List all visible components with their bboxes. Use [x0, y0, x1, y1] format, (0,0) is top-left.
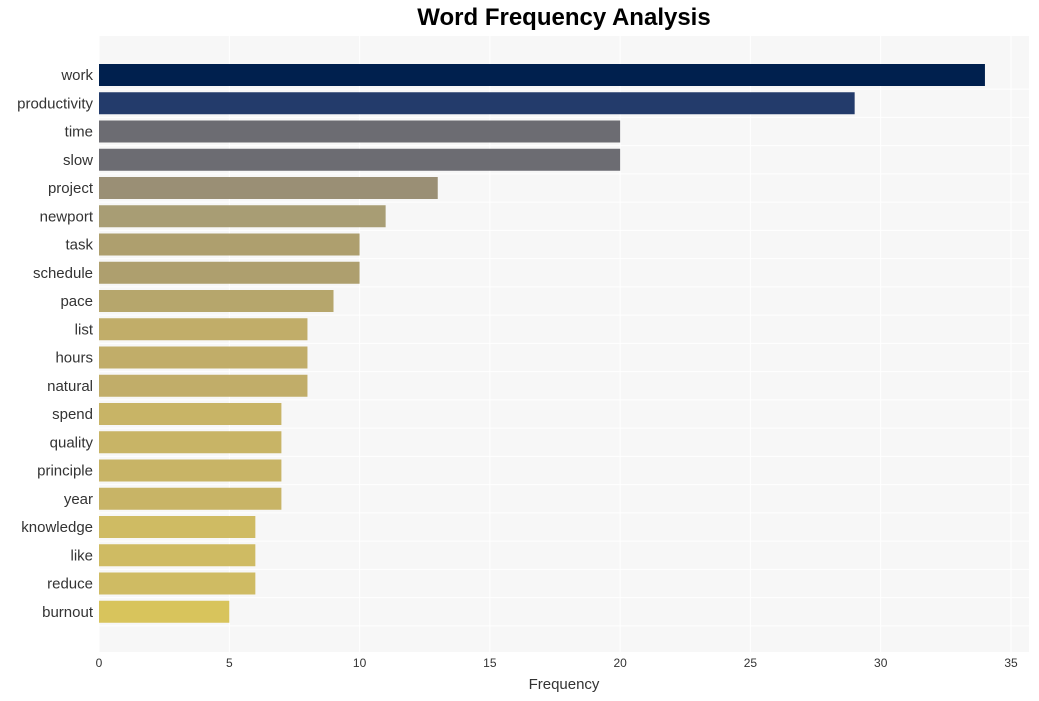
bar-natural: [99, 374, 308, 397]
x-tick-label: 0: [96, 656, 103, 670]
y-label-hours: hours: [55, 350, 93, 367]
y-label-newport: newport: [40, 208, 94, 225]
y-label-schedule: schedule: [33, 265, 93, 282]
y-label-list: list: [75, 321, 94, 338]
bar-work: [99, 64, 985, 86]
bar-schedule: [99, 261, 360, 284]
bar-slow: [99, 148, 621, 171]
y-label-project: project: [48, 180, 94, 197]
bar-quality: [99, 431, 282, 454]
x-tick-label: 35: [1004, 656, 1018, 670]
bar-chart: work productivity time slow project newport ta…: [17, 36, 1029, 693]
y-label-reduce: reduce: [47, 576, 93, 593]
y-label-natural: natural: [47, 378, 93, 395]
bar-newport: [99, 205, 386, 228]
bar-time: [99, 120, 621, 143]
y-label-task: task: [65, 237, 93, 254]
y-label-spend: spend: [52, 406, 93, 423]
y-axis-labels: work productivity time slow project newport ta…: [17, 67, 94, 621]
y-label-productivity: productivity: [17, 95, 93, 112]
bar-knowledge: [99, 516, 256, 538]
bar-spend: [99, 403, 282, 425]
bar-productivity: [99, 92, 855, 115]
x-tick-label: 20: [613, 656, 627, 670]
bar-task: [99, 233, 360, 256]
bar-like: [99, 544, 256, 567]
y-label-principle: principle: [37, 463, 93, 480]
bar-year: [99, 487, 282, 510]
x-tick-label: 10: [353, 656, 367, 670]
y-label-time: time: [65, 124, 93, 141]
y-label-year: year: [64, 491, 93, 508]
x-tick-label: 30: [874, 656, 888, 670]
y-label-like: like: [70, 547, 93, 564]
bar-hours: [99, 346, 308, 369]
bar-project: [99, 177, 438, 199]
x-axis-ticks: 0 5 10 15 20 25 30 35: [96, 656, 1018, 670]
x-tick-label: 5: [226, 656, 233, 670]
y-label-quality: quality: [50, 434, 94, 451]
bar-burnout: [99, 600, 230, 623]
x-tick-label: 15: [483, 656, 497, 670]
y-label-pace: pace: [60, 293, 93, 310]
y-label-slow: slow: [63, 152, 93, 169]
x-axis-label: Frequency: [529, 676, 600, 693]
bar-list: [99, 318, 308, 341]
bar-principle: [99, 459, 282, 482]
y-label-knowledge: knowledge: [21, 519, 93, 536]
x-tick-label: 25: [744, 656, 758, 670]
y-label-burnout: burnout: [42, 604, 94, 621]
bar-reduce: [99, 572, 256, 595]
y-label-work: work: [60, 67, 93, 84]
bar-pace: [99, 290, 334, 312]
